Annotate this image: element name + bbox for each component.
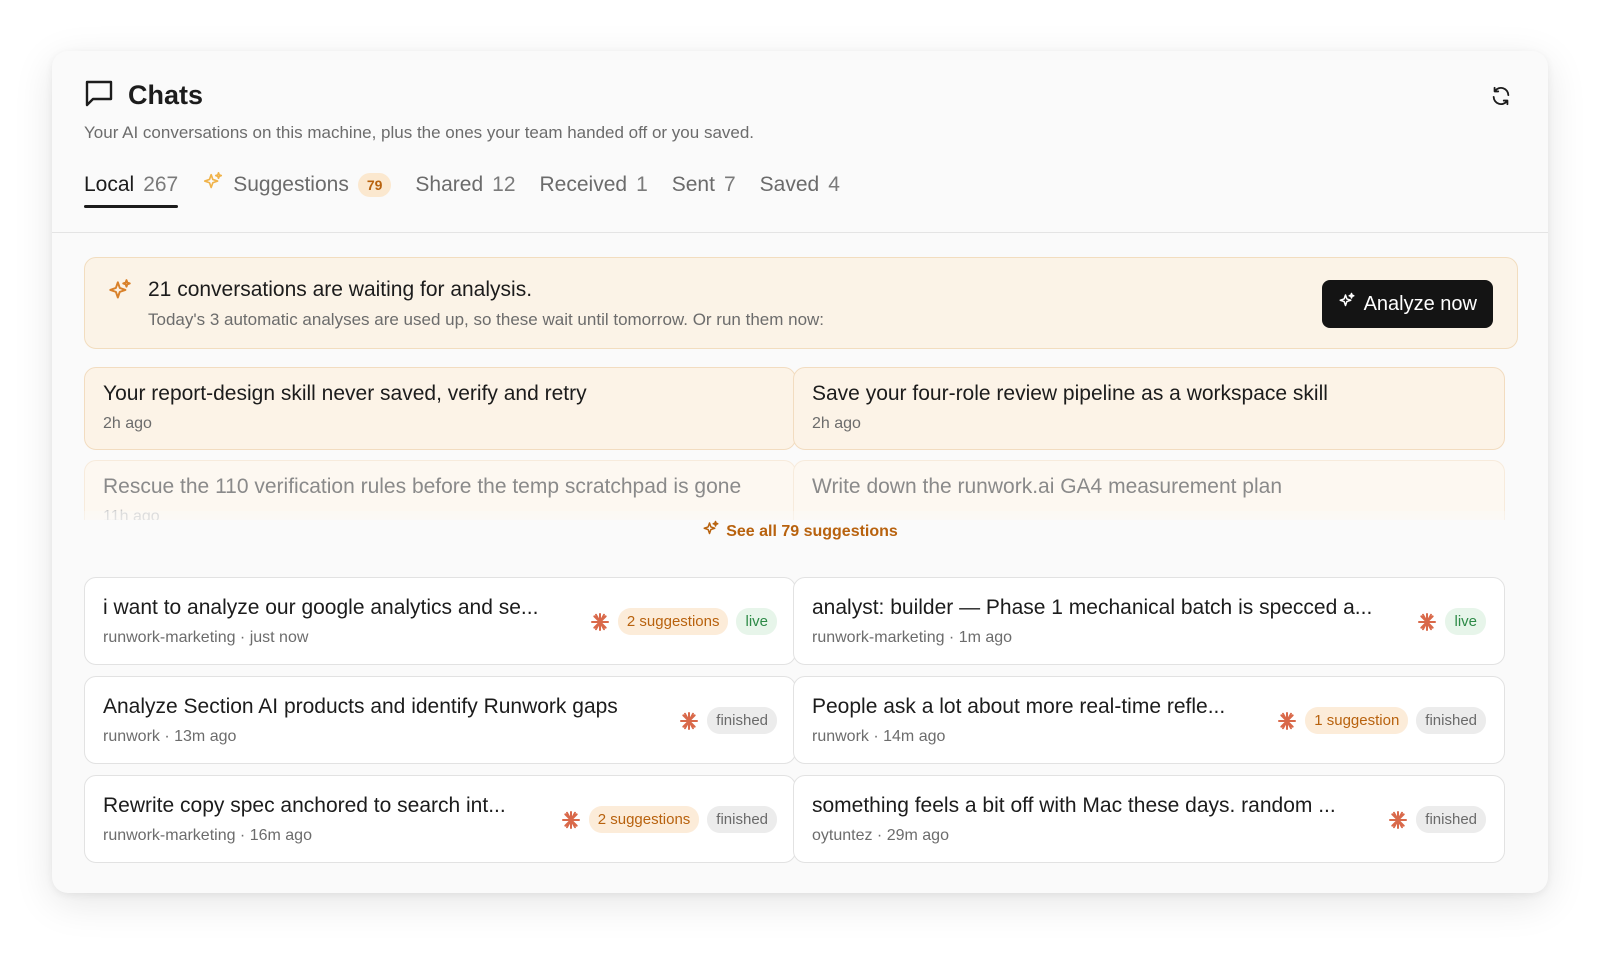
chat-meta: runwork-marketing · 1m ago: [812, 629, 1013, 646]
tab-count: 4: [828, 173, 840, 196]
suggestion-card[interactable]: Your report-design skill never saved, ve…: [84, 367, 796, 450]
status-badge: finished: [1416, 806, 1486, 833]
tab-count-badge: 79: [357, 173, 392, 197]
chat-title: i want to analyze our google analytics a…: [103, 596, 539, 619]
chat-title: something feels a bit off with Mac these…: [812, 794, 1336, 817]
claude-asterisk-icon: [561, 810, 581, 830]
chat-title: analyst: builder — Phase 1 mechanical ba…: [812, 596, 1373, 619]
tab-divider: [52, 232, 1548, 233]
chat-title: Analyze Section AI products and identify…: [103, 695, 618, 718]
claude-asterisk-icon: [679, 711, 699, 731]
banner-subtitle: Today's 3 automatic analyses are used up…: [148, 310, 825, 329]
page-subtitle: Your AI conversations on this machine, p…: [84, 123, 755, 142]
tab-count: 12: [492, 173, 516, 196]
claude-asterisk-icon: [1388, 810, 1408, 830]
suggestion-title: Your report-design skill never saved, ve…: [103, 382, 587, 405]
chat-card[interactable]: i want to analyze our google analytics a…: [84, 577, 796, 665]
tab-received[interactable]: Received 1: [540, 163, 648, 207]
suggestion-title: Write down the runwork.ai GA4 measuremen…: [812, 475, 1282, 498]
chat-card[interactable]: People ask a lot about more real-time re…: [793, 676, 1505, 764]
tab-count: 7: [723, 173, 736, 196]
status-badge: finished: [1416, 707, 1486, 734]
status-badge: finished: [707, 806, 777, 833]
page-title: Chats: [128, 79, 204, 110]
header: Chats Your AI conversations on this mach…: [84, 77, 1516, 143]
suggestion-title: Rescue the 110 verification rules before…: [103, 475, 742, 498]
claude-asterisk-icon: [1277, 711, 1297, 731]
chat-card[interactable]: Analyze Section AI products and identify…: [84, 676, 796, 764]
chats-window: Chats Your AI conversations on this mach…: [52, 51, 1548, 893]
see-all-label: See all 79 suggestions: [726, 522, 898, 540]
banner-title: 21 conversations are waiting for analysi…: [148, 278, 533, 301]
refresh-icon: [1492, 86, 1510, 106]
tab-label: Saved: [759, 173, 820, 196]
analyze-now-button[interactable]: Analyze now: [1321, 280, 1493, 328]
tab-shared[interactable]: Shared 12: [415, 163, 515, 207]
chat-card[interactable]: something feels a bit off with Mac these…: [793, 775, 1505, 863]
suggestion-time: 2h ago: [103, 415, 152, 432]
tab-sent[interactable]: Sent 7: [672, 163, 736, 207]
tab-label: Sent: [671, 173, 715, 196]
status-badge: live: [736, 608, 777, 635]
analysis-banner: 21 conversations are waiting for analysi…: [84, 257, 1518, 349]
sparkle-icon: [1338, 292, 1356, 316]
tab-saved[interactable]: Saved 4: [760, 163, 840, 207]
tab-count: 1: [636, 173, 648, 196]
see-all-suggestions-link[interactable]: See all 79 suggestions: [52, 520, 1548, 543]
status-badge: finished: [707, 707, 777, 734]
suggestion-time: 2h ago: [812, 415, 861, 432]
chat-meta: oytuntez · 29m ago: [812, 827, 949, 844]
tab-label: Local: [84, 173, 135, 196]
status-badge: live: [1445, 608, 1486, 635]
tab-count: 267: [143, 173, 179, 196]
suggestion-card[interactable]: Save your four-role review pipeline as a…: [793, 367, 1505, 450]
chat-title: People ask a lot about more real-time re…: [812, 695, 1226, 718]
tab-local[interactable]: Local 267: [84, 163, 179, 208]
analyze-now-label: Analyze now: [1363, 292, 1477, 315]
tab-label: Suggestions: [233, 173, 349, 196]
suggestions-badge: 2 suggestions: [588, 806, 700, 833]
chat-card[interactable]: Rewrite copy spec anchored to search int…: [84, 775, 796, 863]
sparkle-icon: [202, 171, 224, 199]
chat-title: Rewrite copy spec anchored to search int…: [103, 794, 506, 817]
tab-label: Shared: [415, 173, 484, 196]
tab-suggestions[interactable]: Suggestions 79: [202, 163, 392, 207]
sparkle-icon: [107, 278, 133, 309]
suggestion-title: Save your four-role review pipeline as a…: [812, 382, 1328, 405]
claude-asterisk-icon: [590, 612, 610, 632]
claude-asterisk-icon: [1417, 612, 1437, 632]
chat-meta: runwork · 13m ago: [103, 728, 237, 745]
chat-bubble-icon: [84, 79, 114, 112]
tab-bar: Local 267 Suggestions 79 Shared 12 Recei…: [84, 163, 864, 208]
sparkle-icon: [702, 520, 720, 543]
suggestions-badge: 1 suggestion: [1305, 707, 1409, 734]
suggestions-badge: 2 suggestions: [617, 608, 729, 635]
refresh-button[interactable]: [1486, 81, 1516, 111]
chat-card[interactable]: analyst: builder — Phase 1 mechanical ba…: [793, 577, 1505, 665]
tab-label: Received: [539, 173, 628, 196]
